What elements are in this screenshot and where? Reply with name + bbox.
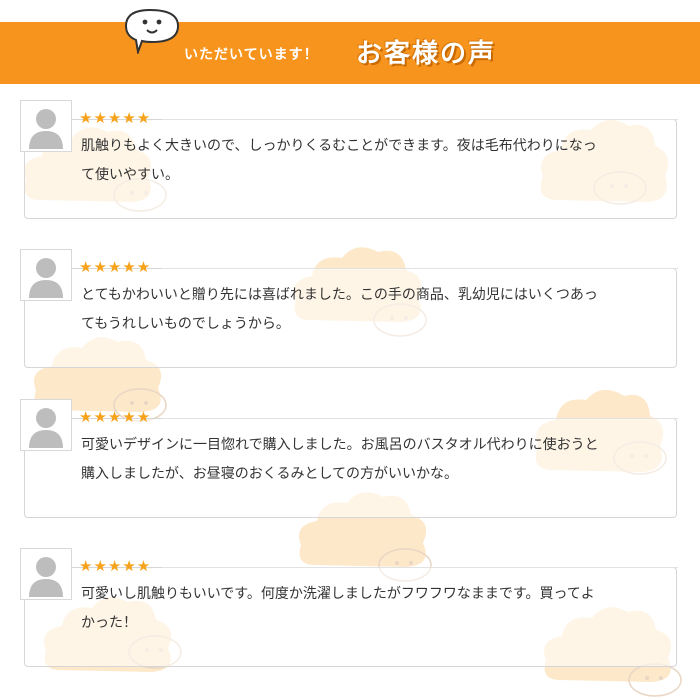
- review-text-line: てもうれしいものでしょうから。: [81, 316, 290, 332]
- review-text-line: かった！: [81, 615, 137, 631]
- review-text: 肌触りもよく大きいので、しっかりくるむことができます。夜は毛布代わりになっ て使…: [81, 132, 651, 190]
- star-rating: ★★★★★: [79, 258, 152, 276]
- divider: [162, 418, 678, 419]
- review-text: 可愛いし肌触りもいいです。何度か洗濯しましたがフワフワなままです。買ってよ かっ…: [81, 580, 651, 638]
- user-avatar-icon: [20, 100, 72, 152]
- page-title: お客様の声: [356, 39, 497, 69]
- review-text-line: 購入しましたが、お昼寝のおくるみとしての方がいいかな。: [81, 466, 459, 482]
- review-text-line: 肌触りもよく大きいので、しっかりくるむことができます。夜は毛布代わりになっ: [81, 138, 597, 154]
- review-text-line: て使いやすい。: [81, 167, 179, 183]
- star-rating: ★★★★★: [79, 109, 152, 127]
- user-avatar-icon: [20, 399, 72, 451]
- review-text: 可愛いデザインに一目惚れで購入しました。お風呂のバスタオル代わりに使おうと 購入…: [81, 431, 651, 489]
- divider: [162, 567, 678, 568]
- user-avatar-icon: [20, 249, 72, 301]
- divider: [162, 119, 678, 120]
- divider: [162, 268, 678, 269]
- review-text-line: 可愛いし肌触りもいいです。何度か洗濯しましたがフワフワなままです。買ってよ: [81, 586, 595, 602]
- review-text: とてもかわいいと贈り先には喜ばれました。この手の商品、乳幼児にはいくつあっ ても…: [81, 281, 651, 339]
- review-text-line: 可愛いデザインに一目惚れで購入しました。お風呂のバスタオル代わりに使おうと: [81, 437, 599, 453]
- user-avatar-icon: [20, 548, 72, 600]
- speech-bubble-face-icon: [124, 8, 180, 54]
- review-text-line: とてもかわいいと贈り先には喜ばれました。この手の商品、乳幼児にはいくつあっ: [81, 287, 598, 303]
- header-banner: [0, 22, 700, 84]
- header-subtitle: いただいています！: [184, 47, 319, 63]
- star-rating: ★★★★★: [79, 408, 152, 426]
- star-rating: ★★★★★: [79, 557, 152, 575]
